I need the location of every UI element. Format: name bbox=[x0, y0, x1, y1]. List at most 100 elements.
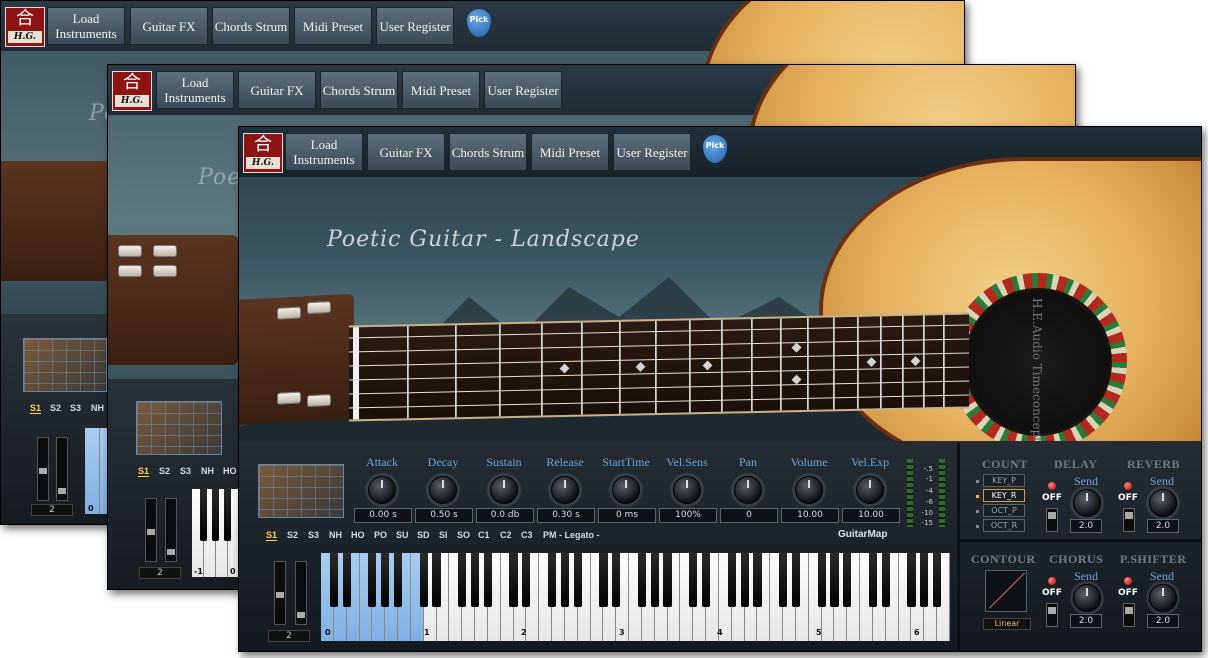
black-key[interactable] bbox=[933, 553, 942, 607]
black-key[interactable] bbox=[599, 553, 608, 607]
velexp-knob[interactable] bbox=[856, 476, 884, 504]
keyswitch-item[interactable]: S2 bbox=[287, 530, 298, 540]
decay-knob[interactable] bbox=[429, 476, 457, 504]
keyswitch-item[interactable]: HO bbox=[223, 466, 237, 476]
chords-strum-button[interactable]: Chords Strum bbox=[320, 71, 398, 109]
guitarmap-link[interactable]: GuitarMap bbox=[838, 529, 887, 540]
count-key-p[interactable]: KEY_P bbox=[983, 474, 1025, 487]
midi-preset-button[interactable]: Midi Preset bbox=[531, 133, 609, 171]
count-key-r[interactable]: KEY_R bbox=[983, 489, 1025, 502]
velexp-value[interactable]: 10.00 bbox=[842, 508, 900, 523]
chorus-toggle[interactable] bbox=[1046, 603, 1058, 627]
black-key[interactable] bbox=[393, 553, 403, 607]
keyswitch-item[interactable]: PO bbox=[374, 530, 387, 540]
keyswitch-item[interactable]: PM - Legato - bbox=[543, 530, 600, 540]
mod-wheel[interactable] bbox=[295, 561, 307, 625]
pitch-wheel[interactable] bbox=[37, 437, 49, 501]
delay-send-value[interactable]: 2.0 bbox=[1070, 519, 1102, 533]
pan-knob[interactable] bbox=[734, 476, 762, 504]
reverb-send-value[interactable]: 2.0 bbox=[1147, 519, 1179, 533]
chorus-send-knob[interactable] bbox=[1073, 584, 1101, 612]
keyswitch-item[interactable]: C3 bbox=[521, 530, 533, 540]
keyswitch-item[interactable]: S3 bbox=[180, 466, 191, 476]
guitar-pick-icon[interactable]: Pick bbox=[703, 135, 727, 163]
black-key[interactable] bbox=[663, 553, 672, 607]
keyboard-partial[interactable]: -1 0 bbox=[192, 489, 242, 577]
delay-send-knob[interactable] bbox=[1073, 489, 1101, 517]
pshifter-send-value[interactable]: 2.0 bbox=[1147, 614, 1179, 628]
reverb-send-knob[interactable] bbox=[1149, 489, 1177, 517]
attack-value[interactable]: 0.00 s bbox=[354, 508, 412, 523]
reverb-toggle[interactable] bbox=[1123, 508, 1135, 532]
pshifter-toggle[interactable] bbox=[1123, 603, 1135, 627]
chords-strum-button[interactable]: Chords Strum bbox=[212, 7, 290, 45]
chorus-send-value[interactable]: 2.0 bbox=[1070, 614, 1102, 628]
keyswitch-item[interactable]: C2 bbox=[500, 530, 512, 540]
black-key[interactable] bbox=[522, 553, 531, 607]
guitar-pick-icon[interactable]: Pick bbox=[467, 9, 491, 37]
black-key[interactable] bbox=[637, 553, 646, 607]
keyswitch-item[interactable]: NH bbox=[329, 530, 342, 540]
load-instruments-button[interactable]: Load Instruments bbox=[47, 7, 125, 45]
black-key[interactable] bbox=[791, 553, 801, 607]
black-key[interactable] bbox=[779, 553, 788, 607]
black-key[interactable] bbox=[868, 553, 878, 607]
attack-knob[interactable] bbox=[368, 476, 396, 504]
mod-wheel[interactable] bbox=[165, 498, 177, 562]
black-key[interactable] bbox=[701, 553, 711, 607]
black-key[interactable] bbox=[483, 553, 492, 607]
black-key[interactable] bbox=[843, 553, 852, 607]
release-knob[interactable] bbox=[551, 476, 579, 504]
keyswitch-item[interactable]: S1 bbox=[138, 466, 150, 477]
release-value[interactable]: 0.30 s bbox=[537, 508, 595, 523]
midi-preset-button[interactable]: Midi Preset bbox=[294, 7, 372, 45]
keyswitch-item[interactable]: S3 bbox=[70, 403, 81, 413]
black-key[interactable] bbox=[547, 553, 557, 607]
velsens-knob[interactable] bbox=[673, 476, 701, 504]
black-key[interactable] bbox=[817, 553, 826, 607]
pitch-wheel[interactable] bbox=[274, 561, 286, 625]
keyswitch-item[interactable]: S3 bbox=[308, 530, 319, 540]
chords-strum-button[interactable]: Chords Strum bbox=[449, 133, 527, 171]
user-register-button[interactable]: User Register bbox=[484, 71, 562, 109]
contour-mode-selector[interactable]: Linear bbox=[983, 618, 1031, 630]
black-key[interactable] bbox=[907, 553, 916, 607]
black-key[interactable] bbox=[329, 553, 338, 607]
guitar-fx-button[interactable]: Guitar FX bbox=[238, 71, 316, 109]
guitar-fx-button[interactable]: Guitar FX bbox=[130, 7, 208, 45]
starttime-knob[interactable] bbox=[612, 476, 640, 504]
sustain-value[interactable]: 0.0 db bbox=[476, 508, 534, 523]
black-key[interactable] bbox=[753, 553, 762, 607]
keyswitch-item[interactable]: S1 bbox=[266, 530, 278, 541]
midi-preset-button[interactable]: Midi Preset bbox=[402, 71, 480, 109]
pshifter-send-knob[interactable] bbox=[1149, 584, 1177, 612]
count-oct-p[interactable]: OCT_P bbox=[983, 504, 1025, 517]
black-key[interactable] bbox=[381, 553, 390, 607]
keyswitch-item[interactable]: SO bbox=[457, 530, 470, 540]
black-key[interactable] bbox=[419, 553, 428, 607]
keyswitch-item[interactable]: NH bbox=[91, 403, 104, 413]
keyswitch-item[interactable]: SI bbox=[439, 530, 448, 540]
pan-value[interactable]: 0 bbox=[720, 508, 778, 523]
octave-selector[interactable]: 2 bbox=[139, 567, 181, 579]
keyswitch-item[interactable]: SD bbox=[417, 530, 430, 540]
keyswitch-item[interactable]: S2 bbox=[50, 403, 61, 413]
volume-value[interactable]: 10.00 bbox=[781, 508, 839, 523]
piano-keyboard[interactable] bbox=[321, 553, 950, 641]
delay-toggle[interactable] bbox=[1046, 508, 1058, 532]
black-key[interactable] bbox=[740, 553, 749, 607]
black-key[interactable] bbox=[881, 553, 890, 607]
volume-knob[interactable] bbox=[795, 476, 823, 504]
black-key[interactable] bbox=[920, 553, 929, 607]
black-key[interactable] bbox=[612, 553, 621, 607]
black-key[interactable] bbox=[573, 553, 582, 607]
keyswitch-item[interactable]: S2 bbox=[159, 466, 170, 476]
black-key[interactable] bbox=[470, 553, 480, 607]
user-register-button[interactable]: User Register bbox=[613, 133, 691, 171]
decay-value[interactable]: 0.50 s bbox=[415, 508, 473, 523]
octave-selector[interactable]: 2 bbox=[268, 630, 310, 642]
black-key[interactable] bbox=[650, 553, 659, 607]
black-key[interactable] bbox=[689, 553, 698, 607]
count-oct-r[interactable]: OCT_R bbox=[983, 519, 1025, 532]
sustain-knob[interactable] bbox=[490, 476, 518, 504]
